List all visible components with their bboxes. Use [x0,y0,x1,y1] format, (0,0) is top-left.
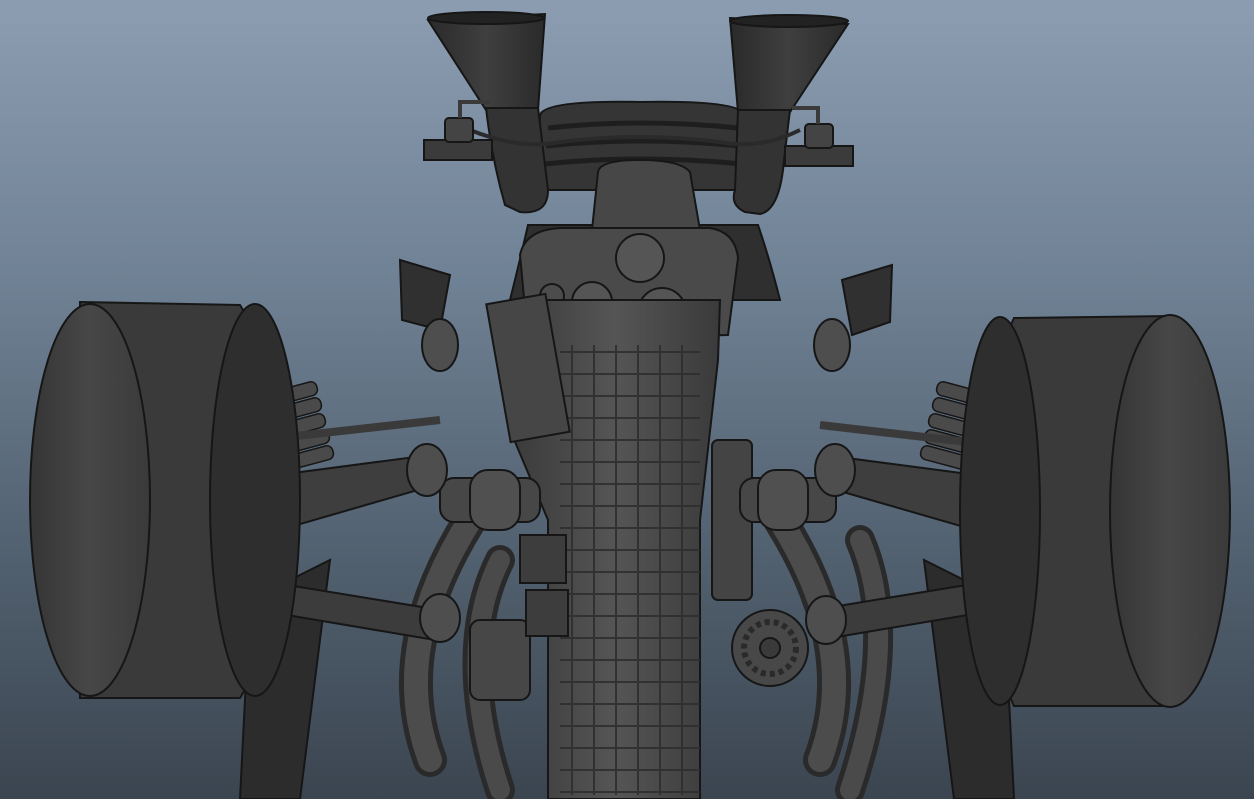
left-driveshaft [439,469,541,531]
alternator [731,609,809,687]
model-render[interactable] [0,0,1254,799]
left-sensor-bracket [423,100,493,161]
left-air-intake [426,11,550,214]
right-rear-tire [959,314,1231,708]
right-air-intake [728,14,850,216]
3d-viewport[interactable] [0,0,1254,799]
right-sensor-bracket [784,106,854,167]
left-rear-tire [29,300,302,699]
